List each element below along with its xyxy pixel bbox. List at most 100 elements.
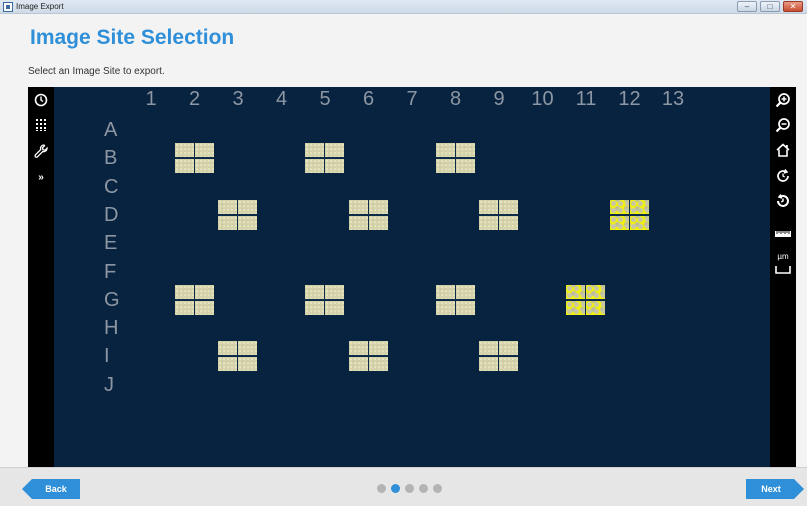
minimize-button[interactable]: – — [737, 1, 757, 12]
page-dot-5[interactable] — [433, 484, 442, 493]
image-site-I9[interactable] — [479, 341, 518, 372]
site-tile — [218, 215, 237, 230]
bottom-navigation-bar: Back Next — [0, 467, 807, 506]
home-icon[interactable] — [774, 142, 792, 160]
site-tile — [218, 199, 237, 214]
image-site-I6[interactable] — [348, 341, 388, 372]
site-tile — [368, 199, 388, 214]
image-site-D3[interactable] — [218, 199, 257, 230]
site-tile — [174, 159, 194, 174]
site-tile — [305, 143, 324, 158]
site-tile — [368, 341, 388, 356]
ruler-icon[interactable] — [774, 226, 792, 244]
image-site-G11[interactable] — [566, 284, 605, 315]
site-tile — [194, 284, 214, 299]
site-tile — [305, 159, 324, 174]
wrench-icon[interactable] — [32, 143, 50, 161]
row-label-G: G — [104, 288, 120, 311]
site-tile — [325, 143, 344, 158]
site-tile — [325, 159, 344, 174]
site-tile — [174, 300, 194, 315]
image-site-G5[interactable] — [305, 284, 344, 315]
site-tile — [479, 357, 498, 372]
site-tile — [238, 341, 257, 356]
site-tile — [238, 199, 257, 214]
image-site-D6[interactable] — [348, 199, 388, 230]
site-tile — [348, 341, 368, 356]
row-label-I: I — [104, 345, 110, 368]
right-toolbar: µm — [770, 87, 796, 467]
site-tile — [566, 300, 585, 315]
site-tile — [194, 300, 214, 315]
image-site-B5[interactable] — [305, 143, 344, 174]
site-tile — [305, 300, 324, 315]
close-button[interactable]: ✕ — [783, 1, 803, 12]
page-title: Image Site Selection — [30, 26, 235, 49]
restore-button[interactable]: □ — [760, 1, 780, 12]
column-label-8: 8 — [449, 88, 462, 110]
page-indicator — [377, 484, 442, 493]
site-tile — [238, 357, 257, 372]
image-site-G8[interactable] — [435, 284, 475, 315]
clock-icon[interactable] — [32, 93, 50, 111]
column-grid-icon[interactable] — [32, 118, 50, 136]
row-label-C: C — [104, 175, 119, 198]
next-button[interactable]: Next — [746, 479, 804, 499]
row-label-J: J — [104, 373, 114, 396]
site-tile — [325, 284, 344, 299]
site-tile — [479, 341, 498, 356]
site-tile — [609, 215, 629, 230]
site-tile — [194, 143, 214, 158]
site-tile — [435, 159, 455, 174]
zoom-out-icon[interactable] — [774, 117, 792, 135]
site-tile — [218, 357, 237, 372]
rotate-clockwise-icon[interactable] — [774, 168, 792, 186]
close-icon: ✕ — [789, 2, 797, 11]
row-label-B: B — [104, 147, 118, 170]
site-tile — [174, 284, 194, 299]
zoom-in-icon[interactable] — [774, 92, 792, 110]
image-site-D12[interactable] — [609, 199, 649, 230]
scale-bar-icon[interactable]: µm — [774, 252, 792, 274]
restore-icon: □ — [767, 2, 773, 11]
image-site-B8[interactable] — [435, 143, 475, 174]
image-site-B2[interactable] — [174, 143, 214, 174]
site-tile — [348, 215, 368, 230]
image-site-I3[interactable] — [218, 341, 257, 372]
site-tile — [435, 143, 455, 158]
column-label-2: 2 — [188, 88, 201, 110]
image-site-G2[interactable] — [174, 284, 214, 315]
site-tile — [479, 215, 498, 230]
left-toolbar: » — [28, 87, 54, 467]
column-label-11: 11 — [575, 88, 597, 110]
site-tile — [238, 215, 257, 230]
column-label-12: 12 — [618, 88, 641, 110]
site-tile — [479, 199, 498, 214]
page-dot-3[interactable] — [405, 484, 414, 493]
window-controls: – □ ✕ — [737, 1, 803, 12]
image-site-viewer[interactable]: » µm 1 2 3 4 5 6 7 8 9 10 11 12 13 A B C D E F G H I J — [28, 87, 796, 467]
column-label-3: 3 — [232, 88, 244, 110]
minimize-icon: – — [744, 2, 750, 11]
page-dot-2[interactable] — [391, 484, 400, 493]
site-tile — [435, 300, 455, 315]
site-tile — [609, 199, 629, 214]
rotate-counterclockwise-icon[interactable] — [774, 193, 792, 211]
site-tile — [629, 215, 649, 230]
column-label-1: 1 — [145, 88, 157, 110]
row-label-E: E — [104, 232, 118, 255]
column-label-7: 7 — [406, 88, 418, 110]
back-button[interactable]: Back — [22, 479, 80, 499]
site-tile — [325, 300, 344, 315]
column-label-4: 4 — [275, 88, 288, 110]
column-label-9: 9 — [493, 88, 505, 110]
site-tile — [566, 284, 585, 299]
page-dot-1[interactable] — [377, 484, 386, 493]
site-tile — [499, 357, 518, 372]
double-chevron-right-icon[interactable]: » — [32, 169, 50, 187]
image-site-D9[interactable] — [479, 199, 518, 230]
site-tile — [586, 284, 605, 299]
column-label-5: 5 — [319, 88, 331, 110]
row-label-D: D — [104, 203, 119, 226]
page-dot-4[interactable] — [419, 484, 428, 493]
